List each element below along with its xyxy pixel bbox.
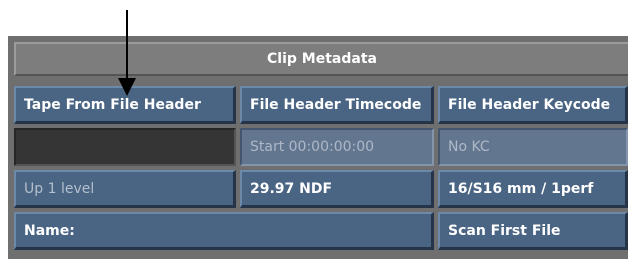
- callout-arrow-line: [126, 10, 128, 82]
- clip-metadata-panel: Clip Metadata Tape From File Header File…: [8, 36, 628, 259]
- panel-title: Clip Metadata: [14, 42, 628, 76]
- tape-name-field[interactable]: [14, 128, 236, 166]
- scan-first-file-button[interactable]: Scan First File: [438, 212, 628, 250]
- frame-rate-dropdown[interactable]: 29.97 NDF: [240, 170, 434, 208]
- start-timecode-field[interactable]: Start 00:00:00:00: [240, 128, 434, 166]
- up-one-level-button[interactable]: Up 1 level: [14, 170, 236, 208]
- file-header-timecode-button[interactable]: File Header Timecode: [240, 86, 434, 124]
- name-field[interactable]: Name:: [14, 212, 434, 250]
- film-format-dropdown[interactable]: 16/S16 mm / 1perf: [438, 170, 628, 208]
- callout-arrow-head: [118, 78, 136, 96]
- keycode-field[interactable]: No KC: [438, 128, 628, 166]
- file-header-keycode-button[interactable]: File Header Keycode: [438, 86, 628, 124]
